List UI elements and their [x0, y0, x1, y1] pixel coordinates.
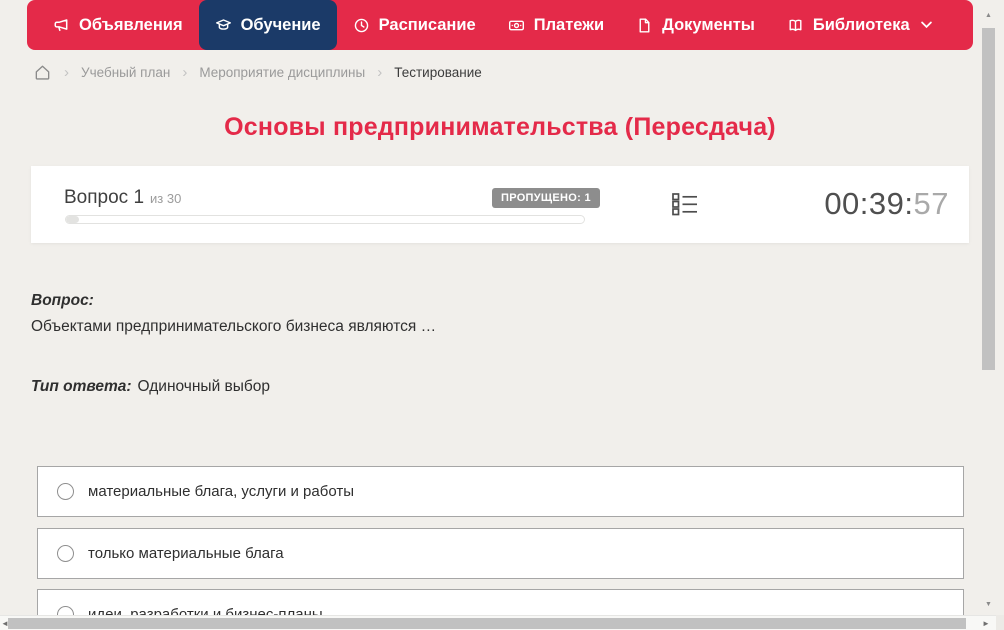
page-title: Основы предпринимательства (Пересдача) [224, 113, 776, 141]
nav-tab-learning[interactable]: Обучение [198, 0, 337, 50]
nav-tab-label: Документы [662, 15, 755, 34]
megaphone-icon [53, 17, 70, 34]
breadcrumb: › Учебный план › Мероприятие дисциплины … [33, 62, 482, 82]
book-icon [787, 17, 804, 34]
home-icon[interactable] [33, 63, 52, 82]
answer-option[interactable]: только материальные блага [37, 528, 964, 579]
answer-type-label: Тип ответа: [31, 378, 132, 395]
breadcrumb-item-discipline-event[interactable]: Мероприятие дисциплины [199, 65, 365, 80]
answer-type-value: Одиночный выбор [137, 378, 271, 395]
question-text: Объектами предпринимательского бизнеса я… [31, 318, 437, 335]
option-label: материальные блага, услуги и работы [88, 483, 354, 500]
banknote-icon [508, 17, 525, 34]
main-navigation: Объявления Обучение Расписание Платежи Д… [27, 0, 973, 50]
option-label: только материальные блага [88, 545, 284, 562]
chevron-down-icon [919, 21, 932, 29]
scroll-down-arrow-icon[interactable]: ▼ [981, 600, 996, 610]
nav-tab-label: Библиотека [812, 15, 910, 34]
horizontal-scrollbar-thumb[interactable] [8, 618, 966, 629]
nav-tab-documents[interactable]: Документы [620, 0, 771, 50]
progress-fill [66, 216, 79, 223]
breadcrumb-item-testing: Тестирование [394, 64, 482, 80]
nav-tab-label: Объявления [79, 15, 183, 34]
nav-tab-library[interactable]: Библиотека [771, 0, 948, 50]
answer-type-row: Тип ответа: Одиночный выбор [31, 378, 270, 396]
nav-tab-schedule[interactable]: Расписание [337, 0, 492, 50]
breadcrumb-separator-icon: › [377, 63, 383, 81]
nav-tab-announcements[interactable]: Объявления [37, 0, 199, 50]
question-total: из 30 [150, 191, 182, 206]
document-icon [636, 17, 653, 34]
clock-icon [353, 17, 370, 34]
question-list-icon[interactable] [671, 190, 701, 220]
vertical-scrollbar[interactable]: ▲ ▼ [981, 0, 996, 615]
vertical-scrollbar-thumb[interactable] [982, 28, 995, 370]
breadcrumb-separator-icon: › [64, 63, 69, 81]
question-card: Вопрос 1 из 30 ПРОПУЩЕНО: 1 00:39:57 [31, 166, 969, 243]
question-number: Вопрос 1 из 30 [64, 187, 182, 208]
skipped-badge: ПРОПУЩЕНО: 1 [492, 188, 600, 208]
timer-seconds: 57 [913, 186, 949, 221]
scroll-right-arrow-icon[interactable]: ► [982, 619, 990, 629]
scroll-up-arrow-icon[interactable]: ▲ [981, 11, 996, 21]
nav-tab-label: Обучение [240, 15, 321, 34]
graduation-cap-icon [215, 17, 232, 34]
horizontal-scrollbar[interactable]: ◄ ► [0, 615, 1004, 630]
radio-button[interactable] [57, 545, 74, 562]
answer-option[interactable]: материальные блага, услуги и работы [37, 466, 964, 517]
nav-tab-label: Платежи [533, 15, 605, 34]
timer: 00:39:57 [824, 186, 949, 222]
nav-tab-label: Расписание [378, 15, 476, 34]
breadcrumb-item-curriculum[interactable]: Учебный план [81, 65, 170, 80]
question-label: Вопрос: [31, 292, 94, 309]
scrollbar-corner [996, 615, 1004, 630]
breadcrumb-separator-icon: › [182, 63, 188, 81]
timer-hours-minutes: 00:39: [824, 186, 914, 221]
radio-button[interactable] [57, 483, 74, 500]
nav-tab-payments[interactable]: Платежи [492, 0, 620, 50]
progress-bar [65, 215, 585, 224]
